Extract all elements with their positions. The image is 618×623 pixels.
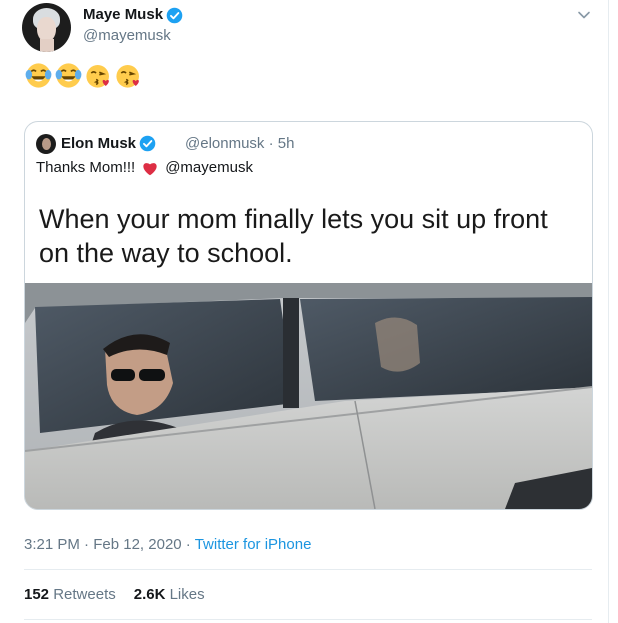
- face-blowing-a-kiss-icon: [86, 65, 109, 88]
- avatar-neck: [40, 39, 54, 52]
- verified-badge-icon: [166, 7, 183, 24]
- divider: [24, 619, 592, 620]
- quoted-author-avatar[interactable]: [36, 134, 56, 154]
- avatar-face: [42, 138, 51, 150]
- likes-label: Likes: [169, 586, 205, 603]
- quoted-author-handle[interactable]: @elonmusk: [185, 135, 264, 152]
- face-blowing-a-kiss-icon: [116, 65, 139, 88]
- tweet-stats: 152 Retweets 2.6K Likes: [24, 586, 205, 603]
- likes-stat[interactable]: 2.6K Likes: [134, 586, 205, 603]
- quoted-mention[interactable]: @mayemusk: [165, 159, 253, 176]
- tweet-text: [24, 61, 143, 90]
- quoted-meta: @elonmusk · 5h: [185, 135, 294, 152]
- meta-separator: ·: [268, 135, 274, 152]
- quoted-author-name[interactable]: Elon Musk: [61, 135, 136, 152]
- meme-caption: When your mom finally lets you sit up fr…: [39, 204, 548, 268]
- red-heart-icon: [143, 162, 157, 175]
- author-handle[interactable]: @mayemusk: [83, 27, 171, 44]
- tweet-detail: Maye Musk @mayemusk Elon Musk @elonmusk …: [0, 0, 618, 623]
- face-with-tears-of-joy-icon: [25, 63, 52, 88]
- face-with-tears-of-joy-icon: [55, 63, 82, 88]
- retweets-count: 152: [24, 586, 50, 603]
- tweet-time[interactable]: 3:21 PM: [24, 536, 80, 553]
- verified-badge-icon: [139, 135, 156, 152]
- quoted-tweet-text: Thanks Mom!!! @mayemusk: [36, 159, 253, 176]
- meta-separator: ·: [84, 536, 90, 553]
- retweets-stat[interactable]: 152 Retweets: [24, 586, 116, 603]
- quoted-tweet-time[interactable]: 5h: [278, 135, 295, 152]
- author-name[interactable]: Maye Musk: [83, 6, 163, 23]
- timeline-border: [608, 0, 609, 623]
- meta-separator: ·: [185, 536, 191, 553]
- tweet-timestamp: 3:21 PM · Feb 12, 2020 · Twitter for iPh…: [24, 536, 311, 553]
- quoted-text-body: Thanks Mom!!!: [36, 159, 136, 176]
- chevron-down-icon[interactable]: [576, 7, 592, 23]
- meme-photo[interactable]: [25, 283, 592, 509]
- likes-count: 2.6K: [133, 586, 166, 603]
- divider: [24, 569, 592, 570]
- retweets-label: Retweets: [53, 586, 116, 603]
- tweet-date[interactable]: Feb 12, 2020: [93, 536, 181, 553]
- tweet-source-link[interactable]: Twitter for iPhone: [195, 536, 312, 553]
- author-avatar[interactable]: [22, 3, 71, 52]
- quoted-tweet-card[interactable]: Elon Musk @elonmusk · 5h Thanks Mom!!! @…: [24, 121, 593, 510]
